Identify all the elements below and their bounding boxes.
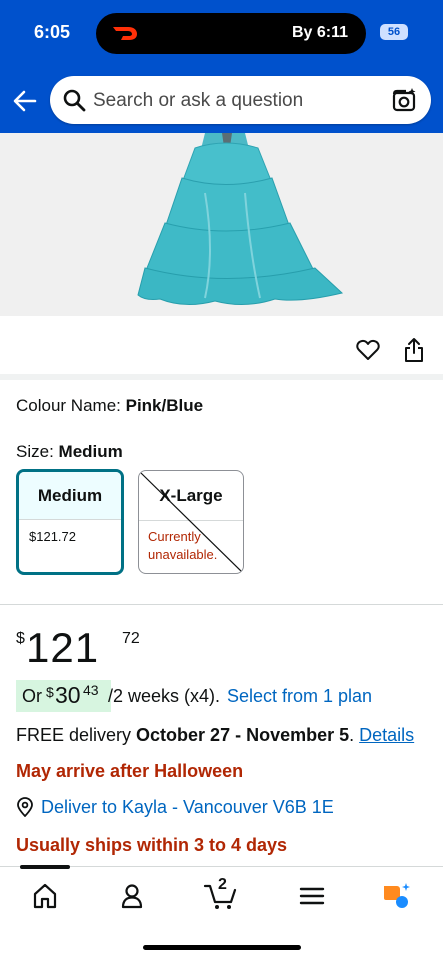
- price-whole: 121: [26, 624, 100, 671]
- cart-count: 2: [218, 876, 227, 893]
- size-heading: Size: Medium: [16, 442, 123, 462]
- bottom-nav: 2: [0, 865, 443, 960]
- size-option-medium[interactable]: Medium $121.72: [16, 469, 124, 575]
- deliver-to[interactable]: Deliver to Kayla - Vancouver V6B 1E: [16, 797, 436, 819]
- status-time: 6:05: [34, 22, 71, 42]
- menu-icon[interactable]: [297, 881, 327, 911]
- colour-label: Colour Name:: [16, 396, 121, 415]
- location-pin-icon: [17, 797, 33, 817]
- camera-lens-icon[interactable]: [391, 87, 417, 113]
- size-label: Size:: [16, 442, 54, 461]
- price-currency: $: [16, 630, 25, 647]
- size-option-price: $121.72: [29, 529, 76, 544]
- unavailable-slash-icon: [140, 472, 243, 573]
- share-icon[interactable]: [403, 337, 425, 363]
- installment-chip: Or $ 30 43: [16, 680, 111, 712]
- section-divider: [0, 604, 443, 605]
- search-icon: [63, 89, 86, 112]
- installment-period: /2 weeks (x4).: [108, 686, 221, 706]
- cart-button[interactable]: 2: [203, 876, 239, 911]
- battery-indicator: 56: [380, 24, 408, 40]
- deliver-to-text[interactable]: Deliver to Kayla - Vancouver V6B 1E: [41, 797, 334, 818]
- size-value: Medium: [58, 442, 123, 461]
- installment-or: Or: [22, 686, 42, 706]
- home-icon[interactable]: [30, 881, 60, 911]
- search-input[interactable]: Search or ask a question: [93, 90, 303, 112]
- installment-offer: Or $ 30 43 /2 weeks (x4). Select from 1 …: [16, 680, 436, 712]
- price-fraction: 72: [122, 630, 140, 647]
- colour-name: Colour Name: Pink/Blue: [16, 396, 203, 416]
- active-tab-indicator: [20, 865, 70, 869]
- home-indicator: [143, 945, 301, 950]
- delivery-dates: October 27 - November 5: [136, 725, 350, 745]
- delivery-prefix: FREE delivery: [16, 725, 132, 745]
- rufus-icon[interactable]: [381, 881, 411, 911]
- installment-whole: 30: [55, 682, 81, 708]
- colour-value: Pink/Blue: [125, 396, 204, 415]
- product-image[interactable]: [0, 133, 443, 316]
- doordash-logo-icon: [113, 27, 137, 40]
- search-bar[interactable]: Search or ask a question: [50, 76, 431, 124]
- halloween-warning: May arrive after Halloween: [16, 761, 244, 781]
- top-header: 6:05 By 6:11 56 Search or ask a question: [0, 0, 443, 133]
- heart-icon[interactable]: [356, 339, 380, 361]
- select-plan-link[interactable]: Select from 1 plan: [227, 686, 372, 707]
- installment-fraction: 43: [83, 682, 99, 698]
- size-option-name: Medium: [19, 472, 121, 520]
- dynamic-island[interactable]: By 6:11: [96, 13, 366, 54]
- live-activity-eta: By 6:11: [291, 24, 348, 41]
- image-actions: [0, 316, 443, 380]
- installment-currency: $: [46, 684, 54, 700]
- delivery-details-link[interactable]: Details: [359, 725, 414, 745]
- size-option-x-large[interactable]: X-Large Currently unavailable.: [138, 470, 244, 574]
- ships-notice: Usually ships within 3 to 4 days: [16, 835, 288, 855]
- account-icon[interactable]: [117, 881, 147, 911]
- dress-image: [0, 133, 443, 316]
- delivery-info: FREE delivery October 27 - November 5. D…: [16, 725, 415, 745]
- back-arrow-icon[interactable]: [12, 88, 38, 114]
